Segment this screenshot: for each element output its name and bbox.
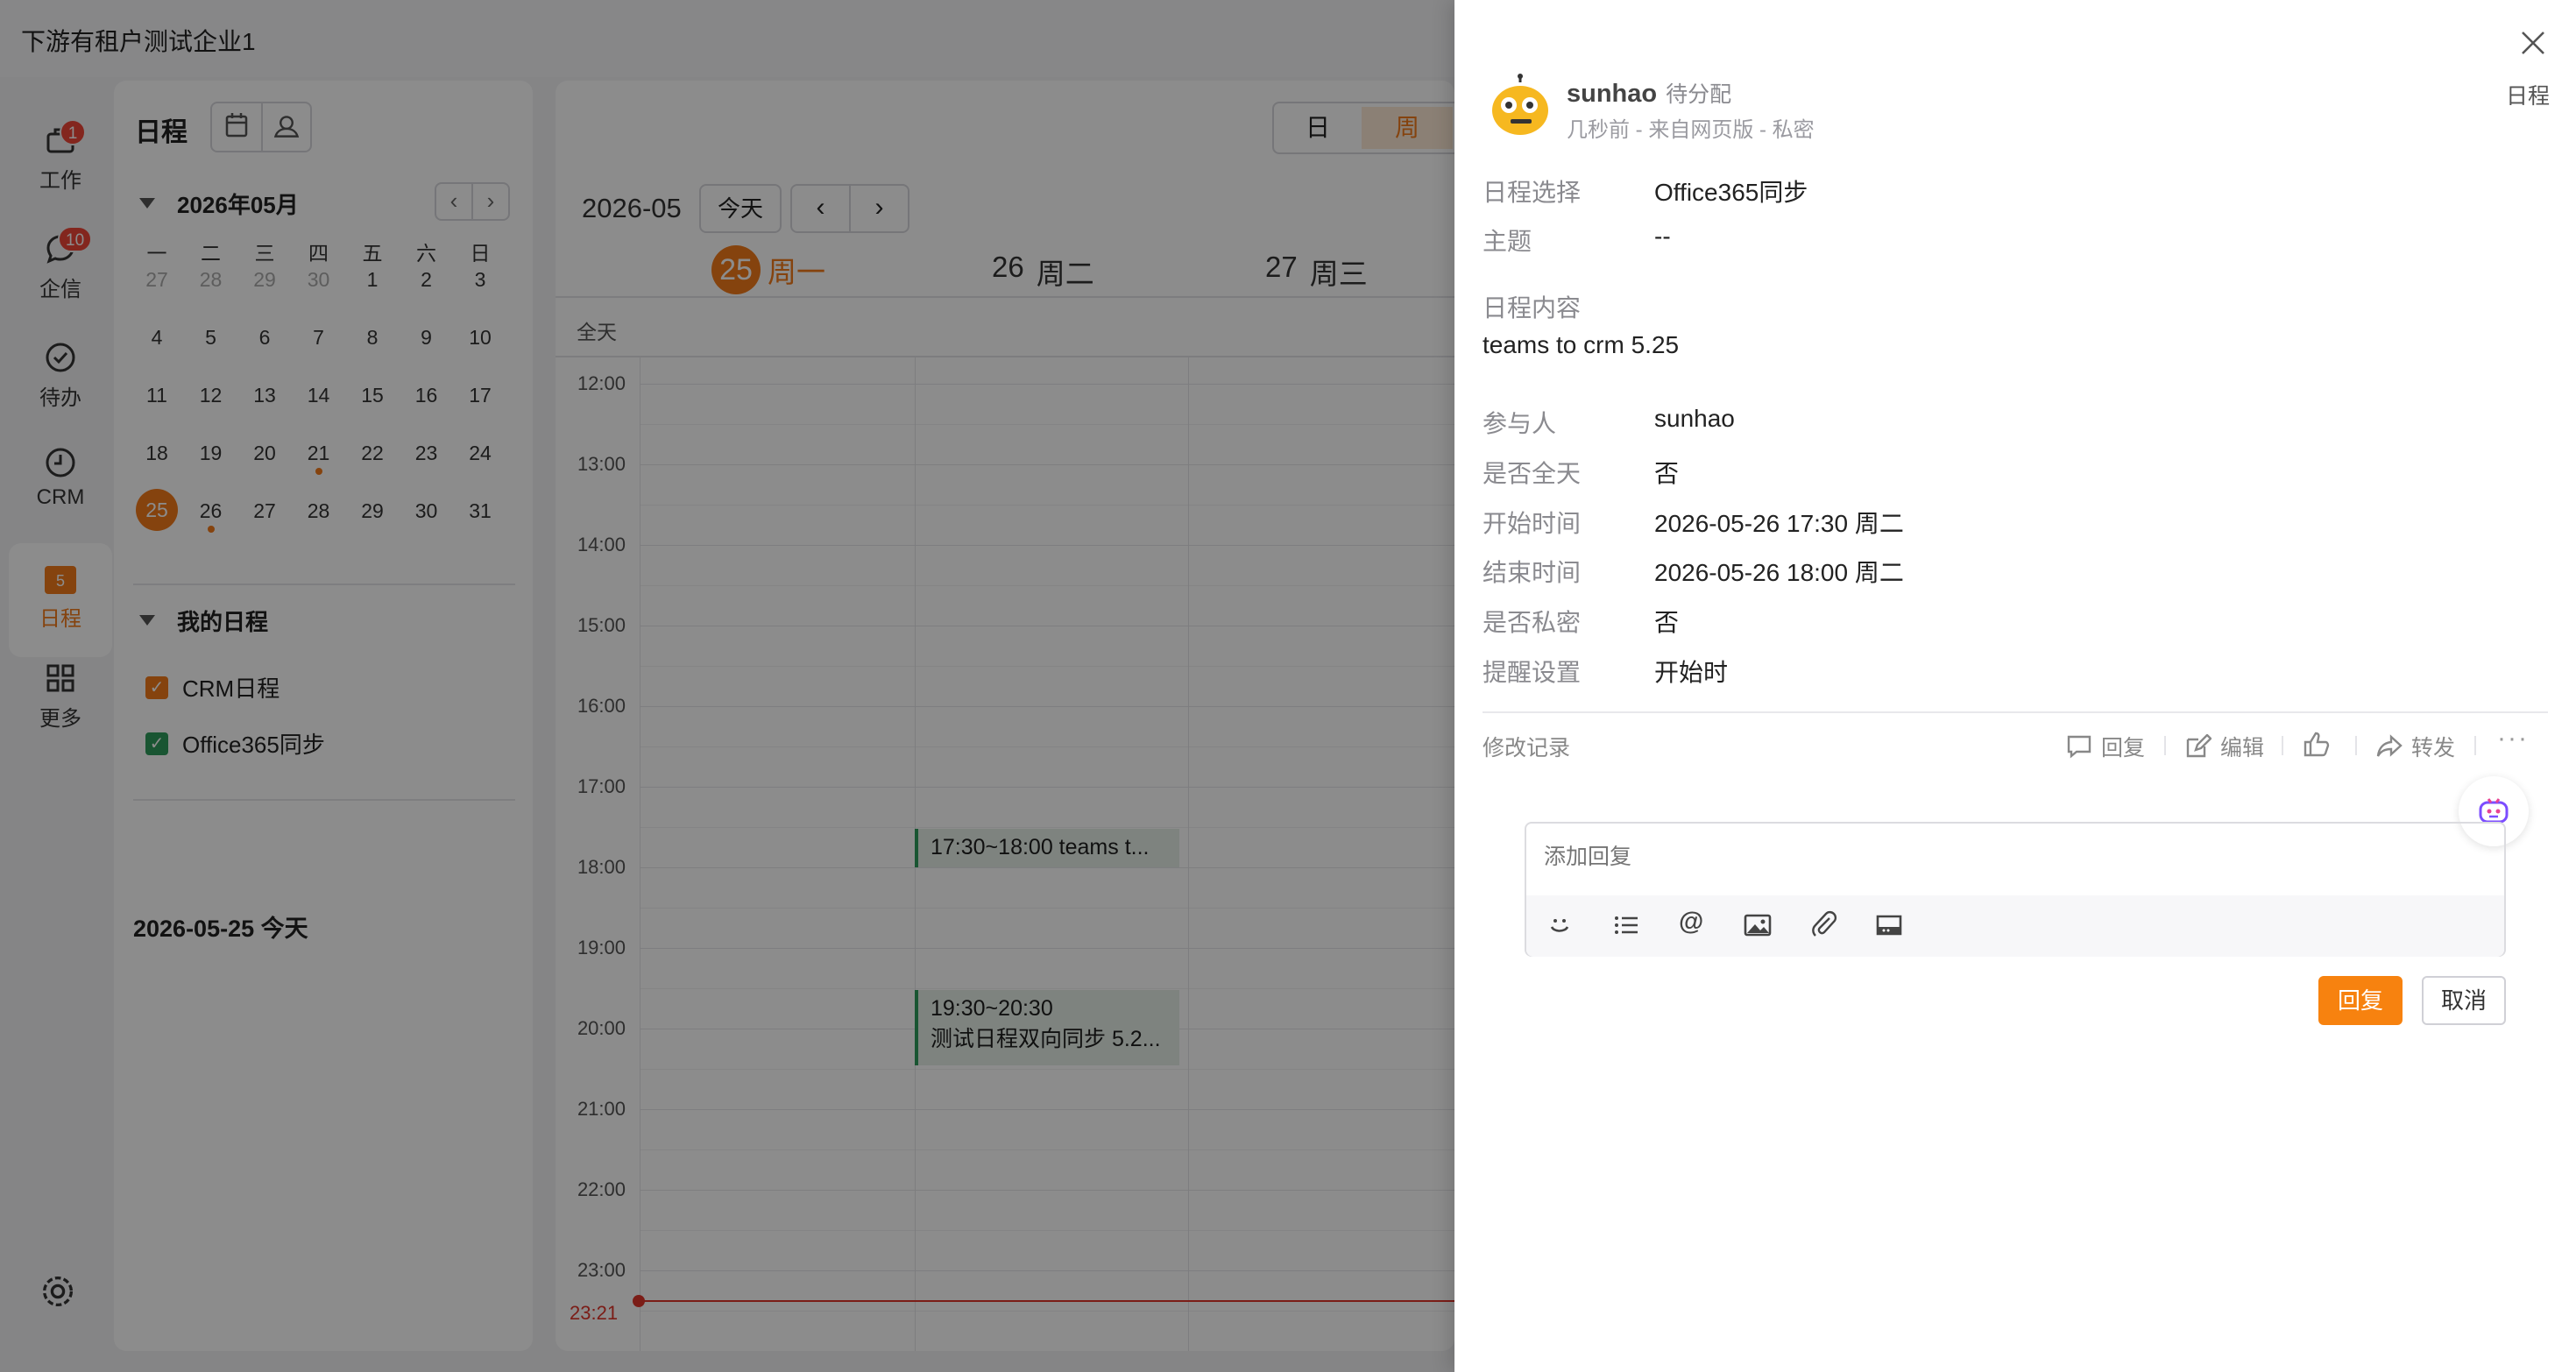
reply-action-label: 回复 <box>2101 736 2146 760</box>
share-icon <box>2376 734 2403 757</box>
remind-label: 提醒设置 <box>1483 659 1582 686</box>
calendar-value: Office365同步 <box>1654 179 1808 206</box>
reply-box <box>1525 822 2506 957</box>
more-icon[interactable]: ··· <box>2497 724 2529 753</box>
history-link[interactable]: 修改记录 <box>1483 731 1570 762</box>
participants-label: 参与人 <box>1483 410 1557 437</box>
calendar-label: 日程选择 <box>1483 179 1582 206</box>
modal-overlay[interactable] <box>0 0 1454 1372</box>
author-name[interactable]: sunhao <box>1567 80 1657 109</box>
type-tag: 日程 <box>2506 84 2551 109</box>
edit-icon <box>2186 734 2212 758</box>
separator <box>2164 736 2166 755</box>
separator <box>2355 736 2357 755</box>
private-label: 是否私密 <box>1483 609 1582 636</box>
attachment-icon[interactable] <box>1808 909 1840 941</box>
storage-icon[interactable] <box>1873 909 1905 941</box>
participants-value: sunhao <box>1654 405 1735 432</box>
content-value: teams to crm 5.25 <box>1483 331 1680 358</box>
start-label: 开始时间 <box>1483 510 1582 537</box>
mention-icon[interactable]: @ <box>1679 908 1703 937</box>
private-value: 否 <box>1654 609 1680 636</box>
content-label: 日程内容 <box>1483 294 1582 322</box>
event-detail-drawer: sunhao 待分配 几秒前 - 来自网页版 - 私密 日程 日程选择 Offi… <box>1454 0 2576 1372</box>
reply-action[interactable]: 回复 <box>2066 731 2145 762</box>
emoji-icon[interactable] <box>1544 909 1575 941</box>
reply-input[interactable] <box>1526 824 2504 895</box>
cancel-reply-button[interactable]: 取消 <box>2422 976 2506 1025</box>
list-icon[interactable] <box>1610 909 1642 941</box>
remind-value: 开始时 <box>1654 659 1729 686</box>
edit-action[interactable]: 编辑 <box>2185 731 2264 762</box>
end-label: 结束时间 <box>1483 559 1582 586</box>
subject-value: -- <box>1654 223 1671 250</box>
separator <box>2474 736 2476 755</box>
close-icon[interactable] <box>2520 30 2546 56</box>
subject-label: 主题 <box>1483 228 1532 255</box>
like-icon[interactable] <box>2303 731 2331 757</box>
allday-value: 否 <box>1654 460 1680 487</box>
comment-icon <box>2067 735 2091 759</box>
end-value: 2026-05-26 18:00 周二 <box>1654 559 1904 586</box>
author-status: 待分配 <box>1666 82 1732 107</box>
reply-toolbar <box>1526 895 2504 957</box>
divider <box>1483 711 2548 713</box>
edit-action-label: 编辑 <box>2220 736 2265 760</box>
allday-label: 是否全天 <box>1483 460 1582 487</box>
submit-reply-button[interactable]: 回复 <box>2318 976 2403 1025</box>
image-icon[interactable] <box>1742 909 1773 941</box>
forward-action-label: 转发 <box>2411 736 2456 760</box>
author-line: sunhao 待分配 <box>1567 77 1731 109</box>
post-meta: 几秒前 - 来自网页版 - 私密 <box>1567 118 1815 142</box>
separator <box>2282 736 2283 755</box>
avatar <box>1487 74 1553 141</box>
forward-action[interactable]: 转发 <box>2376 731 2455 762</box>
start-value: 2026-05-26 17:30 周二 <box>1654 510 1904 537</box>
